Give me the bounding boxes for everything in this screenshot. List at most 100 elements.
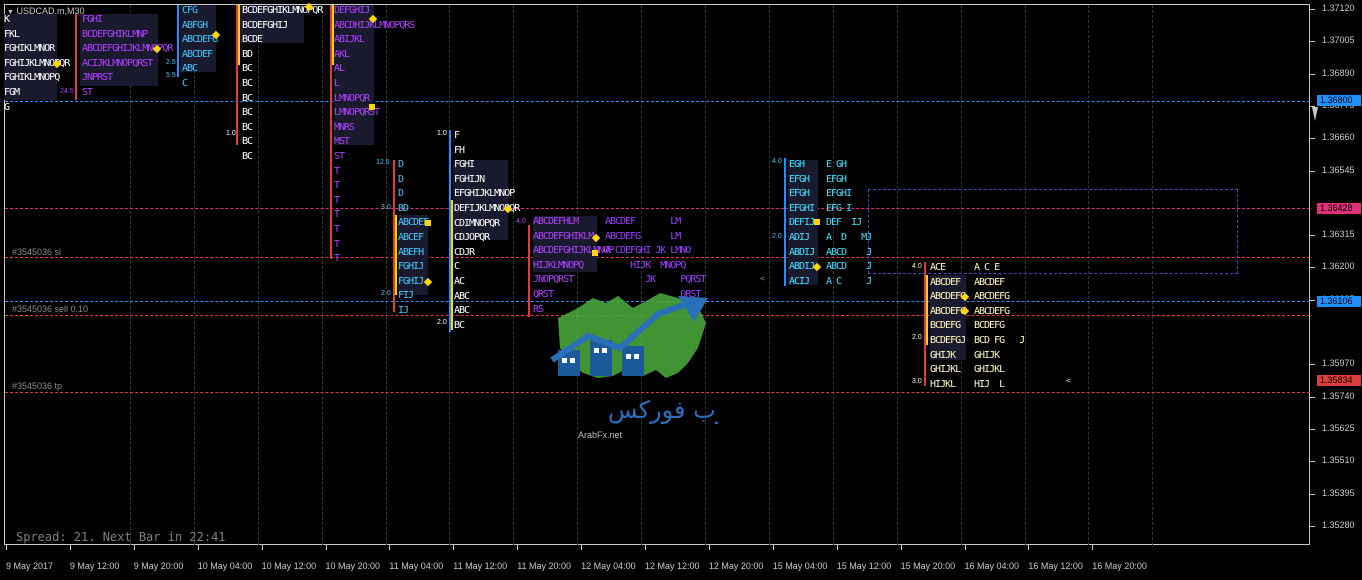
- price-tick: [1310, 428, 1315, 430]
- profile-row: ABCDEF LM: [605, 216, 681, 227]
- value-stamp: 4.0: [516, 218, 526, 225]
- profile-row: ABCDEFG: [974, 305, 1010, 317]
- profile-row: BCDEFGHIJ: [242, 19, 288, 31]
- price-label: 1.36315: [1322, 229, 1355, 240]
- price-tag-blue-lower: 1.36106: [1317, 296, 1361, 307]
- profile-row: JNPRST: [82, 72, 113, 84]
- price-label: 1.35625: [1322, 422, 1355, 433]
- profile-row: ADIJ: [789, 231, 810, 243]
- time-label: 12 May 12:00: [645, 561, 700, 571]
- profile-bar-4b: [238, 5, 240, 65]
- time-label: 16 May 12:00: [1028, 561, 1083, 571]
- chart-window[interactable]: ▼ USDCAD,m,M30 #3545036 sl #3545036 sell…: [0, 0, 1362, 580]
- price-tick: [1310, 299, 1315, 301]
- profile-row: D: [398, 188, 404, 200]
- profile-row: ABCDEFG: [930, 305, 966, 317]
- profile-row: BC: [242, 150, 253, 162]
- profile-row: BCD FG J: [974, 334, 1025, 346]
- time-label: 9 May 12:00: [69, 561, 120, 571]
- price-line-blue-upper[interactable]: [5, 101, 1310, 102]
- chart-shift-icon[interactable]: [1312, 107, 1318, 121]
- time-tick: [517, 545, 519, 550]
- market-profile-6: D D D BD ABCDEF ABCEF ABEFH FGHIJ FGHIJ FIJ IJ: [398, 158, 429, 319]
- va-marker: [369, 104, 375, 110]
- value-stamp: 3.0: [381, 204, 391, 211]
- arabfx-logo-watermark: عرب فوركس ArabFx.net: [550, 293, 718, 440]
- profile-row: CDJR: [454, 246, 475, 258]
- profile-row: BC: [242, 63, 253, 75]
- profile-row: ABCDEFHLM: [533, 216, 579, 227]
- profile-row: HIJKLMNOPQ: [533, 259, 584, 271]
- profile-row: A C J: [826, 275, 872, 287]
- spread-status: Spread: 21. Next Bar in 22:41: [16, 530, 226, 544]
- profile-row: K: [4, 14, 10, 25]
- profile-row: DEF IJ: [826, 217, 862, 229]
- price-label: 1.36200: [1322, 261, 1355, 272]
- price-label: 1.35395: [1322, 487, 1355, 498]
- time-tick: [453, 545, 455, 550]
- time-label: 15 May 20:00: [900, 561, 956, 571]
- value-stamp: 2.0: [912, 334, 922, 341]
- time-tick: [708, 545, 710, 550]
- price-tick: [1310, 73, 1315, 75]
- va-marker: [425, 220, 431, 226]
- watermark-url: ArabFx.net: [578, 430, 623, 440]
- profile-row: ABCDEF: [182, 48, 213, 60]
- price-label: 1.36890: [1322, 67, 1355, 78]
- profile-row: EFGH: [826, 173, 847, 185]
- profile-row: BC: [242, 136, 253, 148]
- time-label: 10 May 04:00: [197, 561, 253, 571]
- price-tag-pink: 1.36428: [1317, 203, 1361, 214]
- market-profile-9-letters: E GH EFGH EFGHI EFG I DEF IJ A D MJ ABCD J ABCD…: [826, 158, 872, 289]
- profile-row: BC: [242, 77, 253, 89]
- time-tick: [772, 545, 774, 550]
- profile-row: ABCDEFG LM: [605, 230, 681, 242]
- value-stamp: 2.0: [381, 290, 391, 297]
- profile-row: L: [334, 77, 340, 89]
- watermark-arabic: عرب فوركس: [608, 396, 718, 424]
- profile-row: EGH: [789, 159, 805, 170]
- profile-row: BC: [454, 319, 465, 331]
- profile-row: AKL: [334, 48, 350, 60]
- profile-row: ABCD J: [826, 261, 872, 273]
- profile-row: D: [398, 173, 404, 185]
- profile-row: BCDE: [242, 34, 263, 46]
- time-label: 11 May 12:00: [453, 561, 508, 571]
- time-label: 12 May 04:00: [581, 561, 636, 571]
- profile-row: IJ: [398, 304, 409, 316]
- time-tick: [1028, 545, 1030, 550]
- price-label: 1.35510: [1322, 455, 1355, 466]
- market-profile-10-letters: A C E ABCDEF ABCDEFG ABCDEFG BCDEFG BCD FG J G…: [974, 261, 1025, 392]
- profile-row: ABCDEFGHIJKLMNOP: [533, 245, 614, 257]
- profile-row: ABC: [454, 290, 470, 302]
- grid-line: [1088, 5, 1090, 545]
- profile-row: GHIJK: [974, 349, 1000, 361]
- price-label: 1.35970: [1322, 358, 1355, 369]
- price-tick: [1310, 396, 1315, 398]
- profile-row: CDJOPQR: [454, 232, 490, 244]
- time-tick: [261, 545, 263, 550]
- profile-row: EFGHI: [789, 202, 815, 214]
- profile-row: FGHI: [82, 14, 103, 25]
- profile-row: MST: [334, 136, 350, 148]
- profile-row: EFG I: [826, 202, 852, 214]
- profile-row: ABCDEFGHIKLM: [533, 230, 594, 242]
- profile-bar-9: [784, 158, 786, 286]
- profile-row: ABCDEF: [974, 276, 1005, 288]
- profile-row: MNRS: [334, 121, 355, 133]
- profile-row: ST: [82, 86, 93, 98]
- profile-row: BC: [242, 107, 253, 119]
- time-label: 16 May 04:00: [964, 561, 1020, 571]
- profile-row: A CDEFGHI JK LMNO: [605, 245, 691, 257]
- value-stamp: 4.0: [912, 263, 922, 270]
- profile-bar-10b: [926, 275, 928, 345]
- profile-row: ABCEF: [398, 231, 424, 243]
- profile-row: ABCDEF: [930, 276, 961, 288]
- time-label: 11 May 20:00: [517, 561, 572, 571]
- profile-bar-8: [528, 225, 530, 317]
- profile-row: ABCD J: [826, 246, 872, 258]
- time-tick: [1092, 545, 1094, 550]
- market-profile-10: ACE ABCDEF ABCDEFG ABCDEFG BCDEFG BCDEFGJ GHIJ…: [930, 261, 966, 392]
- order-sell-label: #3545036 sell 0.10: [12, 304, 89, 314]
- value-stamp: 1.0: [226, 130, 236, 137]
